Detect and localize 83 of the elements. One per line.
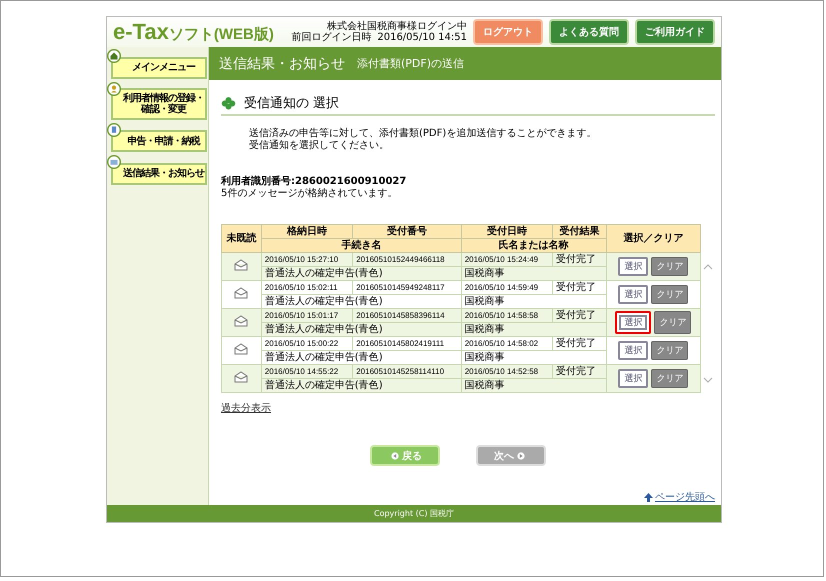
table-cell: 2016/05/10 14:52:58 xyxy=(461,364,553,378)
document-icon xyxy=(107,122,121,136)
envelope-icon xyxy=(107,155,121,169)
table-cell: 国税商事 xyxy=(461,322,606,336)
login-status: 株式会社国税商事様ログイン中 xyxy=(327,21,467,32)
table-cell: 受付完了 xyxy=(552,280,606,294)
table-cell: 20160510145258114110 xyxy=(352,364,462,378)
select-button[interactable]: 選択 xyxy=(618,341,648,360)
header-nav-button[interactable]: よくある質問 xyxy=(549,19,629,45)
table-cell: 2016/05/10 15:02:11 xyxy=(261,280,353,294)
message-count-text: 5件のメッセージが格納されています。 xyxy=(221,188,398,200)
table-cell: 2016/05/10 15:24:49 xyxy=(461,252,553,266)
table-cell: 普通法人の確定申告(青色) xyxy=(261,378,462,392)
table-cell: 受付完了 xyxy=(552,364,606,378)
clear-button[interactable]: クリア xyxy=(654,311,692,334)
arrow-up-icon xyxy=(644,492,653,502)
right-arrow-icon xyxy=(517,452,525,460)
app-logo: e-Taxソフト(WEB版) xyxy=(113,19,275,45)
select-button[interactable]: 選択 xyxy=(618,369,648,388)
table-cell: 国税商事 xyxy=(461,294,606,308)
column-header: 格納日時 xyxy=(261,224,353,238)
select-button[interactable]: 選択 xyxy=(618,285,648,304)
user-id-text: 利用者識別番号:2860021600910027 xyxy=(221,176,408,188)
clear-button[interactable]: クリア xyxy=(651,369,688,388)
section-title: 送信結果・お知らせ xyxy=(219,54,345,72)
select-button[interactable]: 選択 xyxy=(618,257,648,276)
clear-button[interactable]: クリア xyxy=(651,341,688,360)
table-cell: 2016/05/10 15:00:22 xyxy=(261,336,353,350)
description-text: 受信通知を選択してください。 xyxy=(249,140,390,152)
select-button[interactable]: 選択 xyxy=(615,311,652,334)
past-items-link[interactable]: 過去分表示 xyxy=(221,401,271,415)
column-header: 未既読 xyxy=(222,224,262,252)
sidebar-menu-item[interactable]: 申告・申請・納税 xyxy=(111,130,207,152)
table-cell: 20160510145949248117 xyxy=(352,280,462,294)
envelope-icon xyxy=(234,370,248,382)
table-cell: 国税商事 xyxy=(461,350,606,364)
table-cell: 20160510145802419111 xyxy=(352,336,462,350)
table-cell: 国税商事 xyxy=(461,378,606,392)
chevron-down-icon[interactable] xyxy=(703,377,713,383)
sidebar-menu-item[interactable]: 利用者情報の登録・確認・変更 xyxy=(111,88,207,120)
table-cell: 普通法人の確定申告(青色) xyxy=(261,294,462,308)
table-cell: 普通法人の確定申告(青色) xyxy=(261,322,462,336)
table-cell: 受付完了 xyxy=(552,308,606,322)
clover-icon xyxy=(221,96,236,110)
table-cell: 2016/05/10 14:58:02 xyxy=(461,336,553,350)
table-cell: 2016/05/10 14:55:22 xyxy=(261,364,353,378)
table-cell: 普通法人の確定申告(青色) xyxy=(261,266,462,280)
table-cell: 20160510152449466118 xyxy=(352,252,462,266)
column-header: 受付結果 xyxy=(552,224,606,238)
table-cell: 国税商事 xyxy=(461,266,606,280)
chevron-up-icon[interactable] xyxy=(703,264,713,270)
sidebar-menu-item[interactable]: メインメニュー xyxy=(111,56,207,78)
person-icon xyxy=(107,82,121,96)
table-cell: 普通法人の確定申告(青色) xyxy=(261,350,462,364)
table-cell: 2016/05/10 15:01:17 xyxy=(261,308,353,322)
header-nav-button[interactable]: ご利用ガイド xyxy=(635,19,715,45)
page-top-link[interactable]: ページ先頭へ xyxy=(655,490,715,504)
table-cell: 受付完了 xyxy=(552,336,606,350)
clear-button[interactable]: クリア xyxy=(651,257,688,276)
left-arrow-icon xyxy=(391,452,399,460)
description-text: 送信済みの申告等に対して、添付書類(PDF)を追加送信することができます。 xyxy=(249,128,598,140)
column-header: 手続き名 xyxy=(261,238,462,252)
table-cell: 20160510145858396114 xyxy=(352,308,462,322)
table-cell: 受付完了 xyxy=(552,252,606,266)
copyright-text: Copyright (C) 国税庁 xyxy=(374,508,454,519)
column-header: 受付日時 xyxy=(461,224,553,238)
column-header: 氏名または名称 xyxy=(461,238,606,252)
envelope-icon xyxy=(234,258,248,270)
home-icon xyxy=(107,49,121,63)
table-cell: 2016/05/10 14:59:49 xyxy=(461,280,553,294)
last-login-label: 前回ログイン日時 xyxy=(291,32,372,43)
envelope-icon xyxy=(234,342,248,354)
envelope-icon xyxy=(234,286,248,298)
section-heading: 受信通知の 選択 xyxy=(244,95,340,112)
last-login-time: 2016/05/10 14:51 xyxy=(377,32,467,43)
column-header: 選択／クリア xyxy=(606,224,700,252)
clear-button[interactable]: クリア xyxy=(651,285,688,304)
table-cell: 2016/05/10 15:27:10 xyxy=(261,252,353,266)
envelope-icon xyxy=(234,314,248,326)
column-header: 受付番号 xyxy=(352,224,462,238)
page-title: 添付書類(PDF)の送信 xyxy=(357,56,464,71)
sidebar-menu-item[interactable]: 送信結果・お知らせ xyxy=(111,162,207,184)
table-cell: 2016/05/10 14:58:58 xyxy=(461,308,553,322)
